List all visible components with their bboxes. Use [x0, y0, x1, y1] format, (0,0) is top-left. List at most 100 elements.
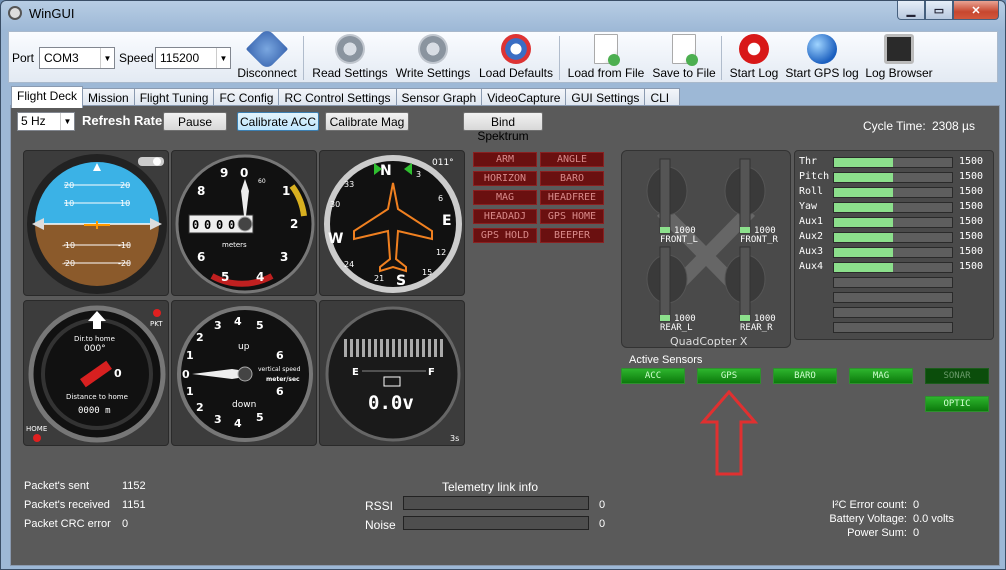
heading-tick: 12 [436, 248, 446, 257]
mode-headadj: HEADADJ [473, 209, 537, 224]
start-log-button[interactable]: Start Log [727, 34, 781, 82]
sensor-optic: OPTIC [925, 396, 989, 412]
pitch-mark: -10 [118, 241, 131, 250]
window-title: WinGUI [29, 6, 75, 21]
minimize-button[interactable]: ▁ [897, 1, 925, 20]
pitch-mark: 10 [120, 199, 130, 208]
rc-channel-row [799, 321, 995, 334]
tab-flight-deck[interactable]: Flight Deck [11, 86, 84, 108]
rate-select[interactable]: 5 Hz ▼ [17, 112, 75, 131]
rc-channel-value: 1500 [959, 246, 984, 257]
rc-channel-row [799, 276, 995, 289]
rc-channel-fill [834, 203, 893, 212]
chevron-down-icon: ▼ [216, 48, 230, 68]
heading-tick: 24 [344, 260, 354, 269]
rc-channel-bar [833, 172, 953, 183]
battery-voltage-value: 0.0 volts [913, 513, 954, 525]
arrow-annotation-icon [699, 390, 759, 476]
cycle-time-label: Cycle Time: [863, 119, 926, 133]
pitch-mark: -20 [62, 259, 75, 268]
sensor-sonar: SONAR [925, 368, 989, 384]
home-indicator: Dir.to home 000° 0 Distance to home 0000… [23, 300, 169, 446]
packets-received-label: Packet's received [24, 499, 110, 511]
alt-digit: 0 [204, 218, 211, 232]
rc-channel-value: 1500 [959, 186, 984, 197]
home-label: HOME [26, 425, 47, 433]
mode-horizon: HORIZON [473, 171, 537, 186]
rc-channel-row: Aux3 1500 [799, 246, 995, 259]
noise-value: 0 [599, 518, 606, 530]
rc-channel-row: Yaw 1500 [799, 201, 995, 214]
port-select[interactable]: COM3 ▼ [39, 47, 115, 69]
save-to-file-button[interactable]: Save to File [651, 34, 717, 82]
vario-num: 4 [234, 417, 242, 430]
vario-num: 3 [214, 413, 222, 426]
alt-num: 4 [256, 270, 264, 284]
rc-channel-row [799, 291, 995, 304]
alt-num: 1 [282, 184, 290, 198]
main-window: WinGUI ▁ ▭ ✕ Port COM3 ▼ Speed 115200 ▼ Di… [0, 0, 1006, 570]
packets-received-value: 1151 [122, 499, 146, 511]
rssi-label: RSSI [365, 499, 394, 513]
log-browser-button[interactable]: Log Browser [863, 34, 935, 82]
plug-icon [245, 27, 289, 71]
pitch-mark: 20 [64, 181, 74, 190]
sensor-mag: MAG [849, 368, 913, 384]
rc-channel-row: Aux2 1500 [799, 231, 995, 244]
vario-num: 3 [214, 319, 222, 332]
bind-spektrum-button[interactable]: Bind Spektrum [463, 112, 543, 143]
battery-voltage-label: Battery Voltage: [829, 513, 907, 525]
alt-num: 6 [197, 250, 205, 264]
port-label: Port [12, 51, 35, 65]
rc-channel-fill [834, 158, 893, 167]
rc-channel-fill [834, 218, 893, 227]
heading-tick: 6 [438, 194, 443, 203]
write-settings-button[interactable]: Write Settings [393, 34, 473, 82]
heading-value: 011° [432, 158, 454, 168]
mode-headfree: HEADFREE [540, 190, 604, 205]
vario-down: down [232, 400, 256, 410]
power-sum-value: 0 [913, 527, 920, 539]
rc-channel-value: 1500 [959, 171, 984, 182]
rc-channel-fill [834, 263, 893, 272]
maximize-button[interactable]: ▭ [925, 1, 953, 20]
rc-channel-name: Aux3 [799, 246, 824, 257]
vario-num: 0 [182, 368, 190, 381]
vario-up: up [238, 342, 250, 352]
i2c-error-label: I²C Error count: [831, 499, 907, 511]
pause-button[interactable]: Pause [163, 112, 227, 131]
rate-value: 5 Hz [21, 114, 46, 128]
calibrate-acc-button[interactable]: Calibrate ACC [237, 112, 319, 131]
alt-num: 3 [280, 250, 288, 264]
rc-channel-bar [833, 247, 953, 258]
cycle-time-value: 2308 µs [932, 119, 975, 133]
load-from-file-button[interactable]: Load from File [565, 34, 647, 82]
distance-label: Distance to home [66, 393, 128, 401]
sensor-acc: ACC [621, 368, 685, 384]
rc-channel-row: Roll 1500 [799, 186, 995, 199]
load-defaults-button[interactable]: Load Defaults [476, 34, 556, 82]
start-gps-log-button[interactable]: Start GPS log [785, 34, 859, 82]
dir-to-home-value: 000° [84, 344, 106, 354]
rc-channel-value: 1500 [959, 231, 984, 242]
calibrate-mag-button[interactable]: Calibrate Mag [325, 112, 409, 131]
mode-mag: MAG [473, 190, 537, 205]
rc-channel-name: Thr [799, 156, 818, 167]
vario-num: 5 [256, 319, 264, 332]
motor-name: FRONT_L [660, 235, 698, 245]
read-settings-button[interactable]: Read Settings [311, 34, 389, 82]
noise-label: Noise [365, 518, 396, 532]
mode-gps-home: GPS HOME [540, 209, 604, 224]
battery-empty: E [352, 367, 359, 378]
mode-beeper: BEEPER [540, 228, 604, 243]
rc-channel-value: 1500 [959, 201, 984, 212]
close-button[interactable]: ✕ [953, 1, 999, 20]
motor-panel: 1000 FRONT_L 1000 FRONT_R 1000 REAR_L 1000 R… [621, 150, 791, 348]
rc-channel-bar [833, 202, 953, 213]
speed-select[interactable]: 115200 ▼ [155, 47, 231, 69]
disconnect-button[interactable]: Disconnect [235, 27, 299, 82]
rc-channel-fill [834, 233, 893, 242]
rc-channel-fill [834, 248, 893, 257]
rc-channel-bar [833, 262, 953, 273]
sensor-baro: BARO [773, 368, 837, 384]
